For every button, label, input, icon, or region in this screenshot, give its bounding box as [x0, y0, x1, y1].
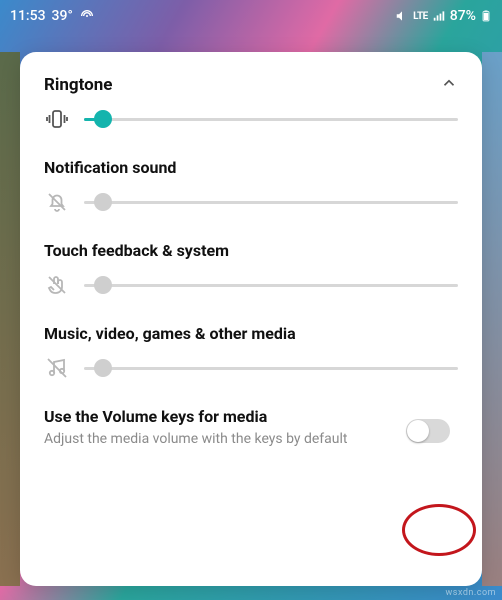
notification-slider[interactable]: [84, 192, 458, 212]
status-time: 11:53: [10, 8, 46, 24]
music-mute-icon: [44, 355, 70, 381]
collapse-chevron-icon[interactable]: [440, 74, 458, 96]
signal-icon: [432, 9, 446, 23]
bell-mute-icon: [44, 189, 70, 215]
volume-keys-media-toggle[interactable]: [406, 419, 450, 443]
volume-keys-media-row: Use the Volume keys for media Adjust the…: [44, 407, 458, 455]
touch-feedback-title: Touch feedback & system: [44, 241, 458, 260]
touch-feedback-slider[interactable]: [84, 275, 458, 295]
status-bar: 11:53 39° LTE 87%: [0, 0, 502, 32]
notification-row: Notification sound: [44, 158, 458, 215]
vibrate-icon: [44, 106, 70, 132]
notification-title: Notification sound: [44, 158, 458, 177]
status-temp: 39°: [52, 8, 73, 24]
annotation-circle: [402, 504, 476, 556]
watermark: wsxdn.com: [446, 588, 496, 598]
sound-settings-panel: Ringtone Notification sound: [20, 52, 482, 586]
media-slider[interactable]: [84, 358, 458, 378]
volume-icon: [395, 9, 409, 23]
volume-keys-media-desc: Adjust the media volume with the keys by…: [44, 430, 386, 449]
volume-keys-media-title: Use the Volume keys for media: [44, 407, 386, 426]
battery-percent: 87%: [450, 8, 476, 24]
lte-badge: LTE: [413, 11, 428, 22]
battery-icon: [480, 8, 492, 24]
media-row: Music, video, games & other media: [44, 324, 458, 381]
wifi-broadcast-icon: [79, 8, 95, 24]
touch-mute-icon: [44, 272, 70, 298]
ringtone-row: [44, 106, 458, 132]
panel-title: Ringtone: [44, 75, 112, 95]
media-title: Music, video, games & other media: [44, 324, 458, 343]
ringtone-slider[interactable]: [84, 109, 458, 129]
touch-feedback-row: Touch feedback & system: [44, 241, 458, 298]
